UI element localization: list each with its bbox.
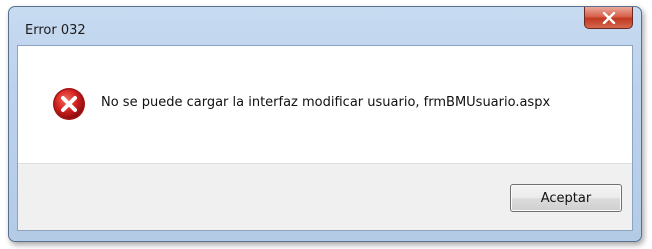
accept-button[interactable]: Aceptar	[510, 184, 622, 212]
close-icon	[602, 11, 616, 24]
button-bar: Aceptar	[18, 163, 632, 230]
dialog-body: No se puede cargar la interfaz modificar…	[17, 45, 633, 231]
error-icon	[52, 87, 86, 121]
close-button[interactable]	[584, 7, 633, 29]
message-area: No se puede cargar la interfaz modificar…	[18, 46, 632, 163]
dialog-title: Error 032	[25, 23, 86, 38]
dialog-window: Error 032 No se puede cargar la interfaz…	[8, 6, 642, 242]
title-bar[interactable]: Error 032	[9, 7, 641, 47]
error-message: No se puede cargar la interfaz modificar…	[101, 95, 551, 110]
